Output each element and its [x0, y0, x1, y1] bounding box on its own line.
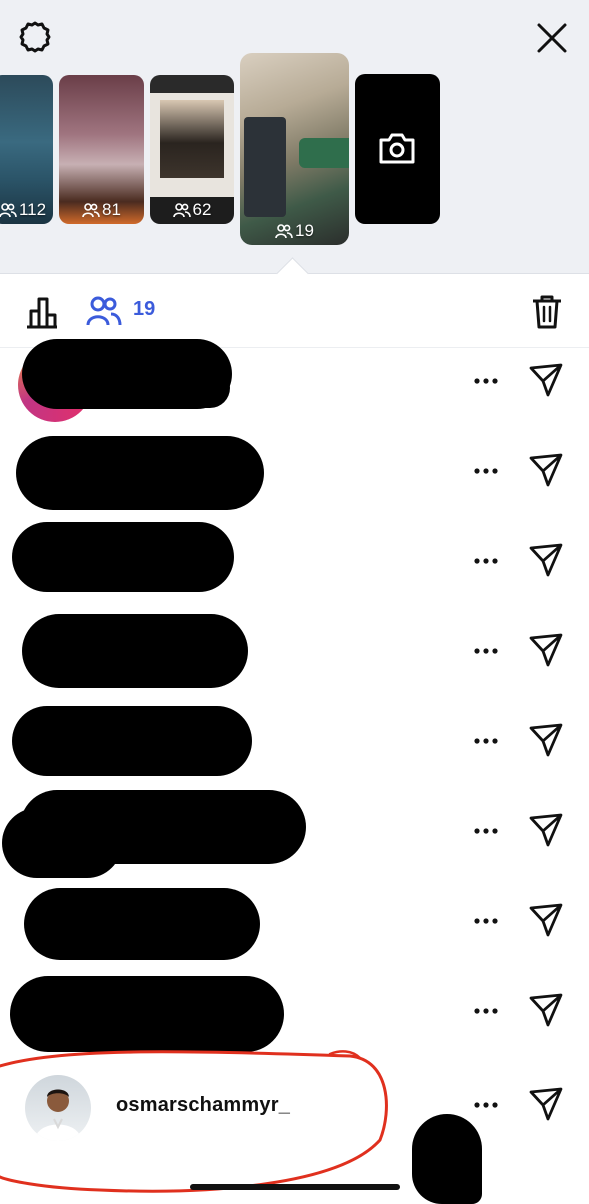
more-options-icon[interactable]: [473, 368, 499, 394]
tab-insights[interactable]: [22, 294, 62, 330]
send-icon[interactable]: [528, 1086, 564, 1122]
more-options-icon[interactable]: [473, 638, 499, 664]
send-icon[interactable]: [528, 902, 564, 938]
more-options-icon[interactable]: [473, 998, 499, 1024]
home-indicator: [190, 1184, 400, 1190]
viewer-row[interactable]: [0, 608, 589, 698]
redaction-scribble: [150, 368, 230, 408]
send-icon[interactable]: [528, 722, 564, 758]
settings-button[interactable]: [15, 17, 55, 57]
viewers-count: 19: [133, 298, 156, 320]
more-options-icon[interactable]: [473, 1092, 499, 1118]
redaction-scribble: [10, 976, 284, 1052]
send-icon[interactable]: [528, 362, 564, 398]
viewers-icon: [82, 203, 100, 218]
viewer-row[interactable]: [0, 878, 589, 968]
viewers-icon: [275, 224, 293, 239]
close-button[interactable]: [532, 18, 572, 58]
redaction-scribble: [12, 706, 252, 776]
bar-chart-icon: [27, 297, 57, 329]
story-photo: [244, 117, 286, 217]
viewers-icon: [172, 203, 191, 218]
send-icon[interactable]: [528, 632, 564, 668]
viewer-username[interactable]: osmarschammyr_: [116, 1094, 290, 1117]
more-options-icon[interactable]: [473, 548, 499, 574]
story-photo: [299, 138, 349, 168]
viewer-row[interactable]: [0, 698, 589, 788]
close-icon: [537, 23, 567, 53]
more-options-icon[interactable]: [473, 728, 499, 754]
story-viewer-count: 62: [150, 200, 234, 220]
story-viewer-count: 81: [59, 200, 144, 220]
trash-icon: [533, 295, 561, 329]
redaction-scribble: [16, 436, 264, 510]
viewers-icon: [0, 203, 17, 218]
tab-viewers[interactable]: [84, 292, 124, 330]
viewer-row[interactable]: [0, 428, 589, 518]
send-icon[interactable]: [528, 452, 564, 488]
avatar[interactable]: [25, 1075, 91, 1141]
redaction-scribble: [24, 888, 260, 960]
story-photo: [160, 100, 224, 178]
redaction-scribble: [412, 1114, 482, 1204]
send-icon[interactable]: [528, 542, 564, 578]
settings-gear-icon: [19, 21, 51, 53]
viewer-row[interactable]: [0, 968, 589, 1058]
story-thumbnail[interactable]: 62: [150, 75, 234, 224]
viewer-row[interactable]: [0, 518, 589, 608]
profile-photo: [35, 1089, 81, 1141]
story-viewer-count: 19: [240, 221, 349, 241]
viewer-row[interactable]: [0, 788, 589, 878]
redaction-scribble: [2, 808, 122, 878]
send-icon[interactable]: [528, 812, 564, 848]
story-thumbnail-selected[interactable]: 19: [240, 53, 349, 245]
camera-icon: [379, 133, 415, 164]
add-story-button[interactable]: [355, 74, 440, 224]
viewer-row[interactable]: [0, 338, 589, 428]
more-options-icon[interactable]: [473, 818, 499, 844]
story-viewer-count: 112: [0, 200, 53, 220]
story-thumbnail[interactable]: 81: [59, 75, 144, 224]
more-options-icon[interactable]: [473, 458, 499, 484]
redaction-scribble: [22, 614, 248, 688]
send-icon[interactable]: [528, 992, 564, 1028]
more-options-icon[interactable]: [473, 908, 499, 934]
viewers-icon: [86, 296, 122, 326]
delete-story-button[interactable]: [528, 292, 566, 332]
redaction-scribble: [12, 522, 234, 592]
story-thumbnail[interactable]: 112: [0, 75, 53, 224]
